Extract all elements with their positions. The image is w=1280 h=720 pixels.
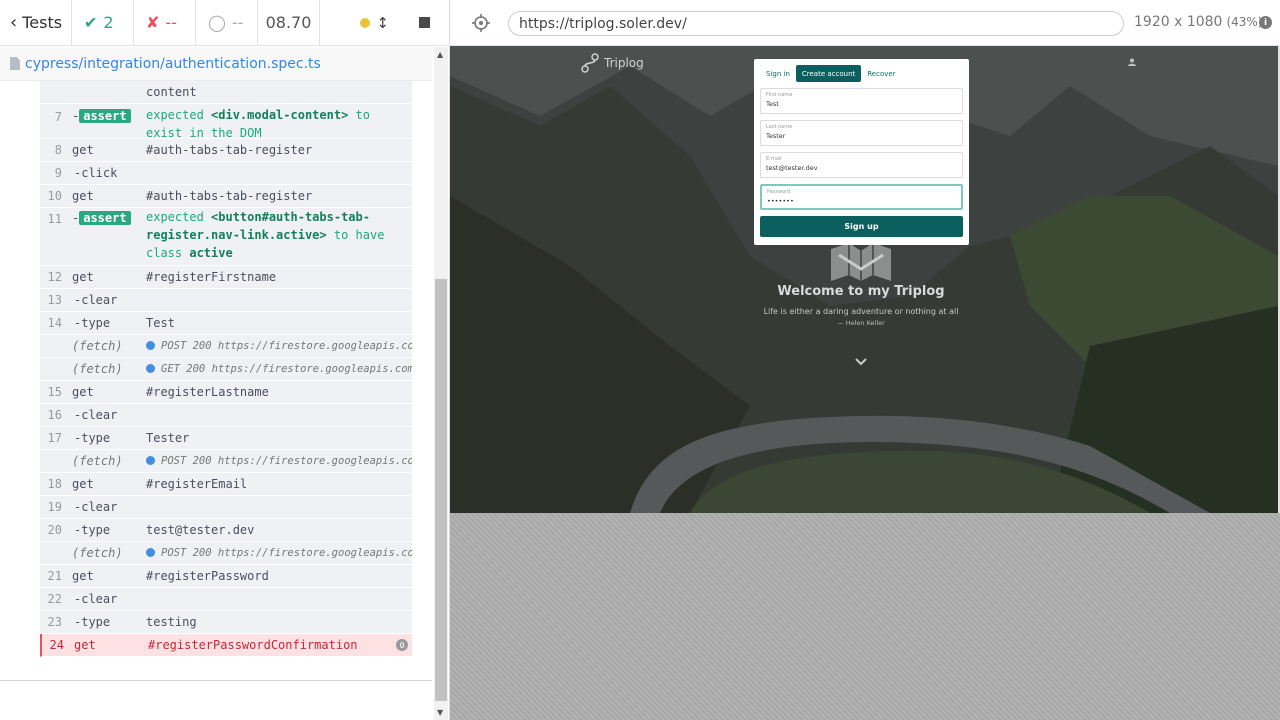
- selector-playground-icon[interactable]: [472, 14, 490, 32]
- hero-title: Welcome to my Triplog: [777, 284, 945, 299]
- tab-create-account[interactable]: Create account: [795, 65, 862, 82]
- fetch-row[interactable]: (fetch) GET 200 https://firestore.google…: [40, 358, 412, 381]
- stop-icon[interactable]: [419, 17, 430, 28]
- check-icon: ✔: [84, 13, 98, 32]
- command-row[interactable]: 16 -clear: [40, 404, 412, 427]
- command-row[interactable]: 13 -clear: [40, 289, 412, 312]
- reporter-scrollbar[interactable]: ▲ ▼: [434, 47, 448, 720]
- command-row[interactable]: 15 get #registerLastname: [40, 381, 412, 404]
- cypress-reporter: ‹ Tests ✔ 2 ✘ -- ◯ -- 08.70 ↕ cypress/in…: [0, 0, 450, 720]
- pending-count[interactable]: ◯ --: [196, 0, 258, 46]
- hero-section: Welcome to my Triplog Life is either a d…: [700, 241, 1022, 367]
- auto-scroll-toggle-icon[interactable]: ↕: [376, 14, 389, 32]
- command-row[interactable]: 18 get #registerEmail: [40, 473, 412, 496]
- command-row[interactable]: 21 get #registerPassword: [40, 565, 412, 588]
- hero-author: — Helen Keller: [837, 319, 885, 327]
- password-field[interactable]: Password •••••••: [760, 184, 963, 210]
- command-row[interactable]: 19 -clear: [40, 496, 412, 519]
- request-dot-icon: [146, 456, 155, 465]
- assertion-message: expected <button#auth-tabs-tab-register.…: [146, 210, 385, 260]
- map-icon: [831, 243, 891, 281]
- reporter-stats-bar: ‹ Tests ✔ 2 ✘ -- ◯ -- 08.70 ↕: [0, 0, 450, 46]
- auth-modal: Sign in Create account Recover First nam…: [754, 59, 969, 245]
- chevron-down-icon[interactable]: [854, 357, 868, 367]
- duration-display: 08.70: [258, 0, 320, 46]
- spec-file-bar: cypress/integration/authentication.spec.…: [0, 47, 432, 81]
- scroll-down-icon[interactable]: ▼: [437, 708, 443, 717]
- command-row[interactable]: content: [40, 81, 412, 104]
- user-icon[interactable]: [1128, 58, 1136, 66]
- route-logo-icon: [581, 53, 599, 73]
- request-dot-icon: [146, 364, 155, 373]
- info-icon[interactable]: i: [1259, 16, 1272, 29]
- tab-recover[interactable]: Recover: [861, 65, 901, 82]
- element-count-badge: 0: [396, 639, 408, 651]
- command-row[interactable]: 11 - assert expected <button#auth-tabs-ta…: [40, 208, 412, 266]
- command-row[interactable]: 9 -click: [40, 162, 412, 185]
- email-field[interactable]: E-mail test@tester.dev: [760, 152, 963, 178]
- divider: [0, 680, 432, 681]
- running-indicator-icon: [360, 17, 371, 28]
- command-row[interactable]: 20 -type test@tester.dev: [40, 519, 412, 542]
- request-dot-icon: [146, 341, 155, 350]
- aut-header: https://triplog.soler.dev/ 1920 x 1080 (4…: [450, 0, 1280, 46]
- first-name-field[interactable]: First name Test: [760, 88, 963, 114]
- last-name-field[interactable]: Last name Tester: [760, 120, 963, 146]
- request-dot-icon: [146, 548, 155, 557]
- assertion-message: expected <div.modal-content> to exist in…: [146, 108, 370, 140]
- url-text: https://triplog.soler.dev/: [519, 15, 687, 32]
- command-row[interactable]: 22 -clear: [40, 588, 412, 611]
- command-row[interactable]: 14 -type Test: [40, 312, 412, 335]
- file-icon: [10, 57, 20, 70]
- cross-icon: ✘: [146, 13, 160, 32]
- command-row[interactable]: 17 -type Tester: [40, 427, 412, 450]
- failed-command-row[interactable]: 24 get #registerPasswordConfirmation 0: [40, 634, 412, 657]
- command-row[interactable]: 12 get #registerFirstname: [40, 266, 412, 289]
- command-row[interactable]: 7 - assert expected <div.modal-content> t…: [40, 104, 412, 140]
- fetch-row[interactable]: (fetch) POST 200 https://firestore.googl…: [40, 335, 412, 358]
- triplog-logo[interactable]: Triplog: [580, 52, 644, 74]
- command-row[interactable]: 8 get #auth-tabs-tab-register: [40, 139, 412, 162]
- assert-badge: assert: [79, 211, 131, 225]
- hero-quote: Life is either a daring adventure or not…: [763, 307, 959, 316]
- auth-tabs: Sign in Create account Recover: [760, 65, 963, 82]
- chevron-left-icon: ‹: [10, 12, 18, 33]
- app-under-test-frame: Triplog Welcome to my Triplog Life is ei…: [450, 46, 1278, 513]
- fetch-row[interactable]: (fetch) POST 200 https://firestore.googl…: [40, 542, 412, 565]
- viewport-info: 1920 x 1080 (43%): [1134, 14, 1263, 30]
- passed-count[interactable]: ✔ 2: [72, 0, 134, 46]
- command-row[interactable]: 23 -type testing: [40, 611, 412, 634]
- sign-up-button[interactable]: Sign up: [760, 216, 963, 237]
- tab-sign-in[interactable]: Sign in: [760, 65, 796, 82]
- pending-circle-icon: ◯: [208, 13, 226, 32]
- scroll-up-icon[interactable]: ▲: [437, 50, 443, 59]
- command-row[interactable]: 10 get #auth-tabs-tab-register: [40, 185, 412, 208]
- assert-badge: assert: [79, 109, 131, 123]
- failed-count[interactable]: ✘ --: [134, 0, 196, 46]
- url-bar[interactable]: https://triplog.soler.dev/: [508, 11, 1124, 36]
- scrollbar-thumb[interactable]: [435, 279, 447, 701]
- command-log: content 7 - assert expected <div.modal-co…: [40, 81, 412, 663]
- fetch-row[interactable]: (fetch) POST 200 https://firestore.googl…: [40, 450, 412, 473]
- spec-path-link[interactable]: cypress/integration/authentication.spec.…: [25, 56, 321, 72]
- back-to-tests-button[interactable]: ‹ Tests: [0, 0, 72, 46]
- tests-label: Tests: [22, 13, 63, 32]
- run-controls: ↕: [320, 0, 450, 46]
